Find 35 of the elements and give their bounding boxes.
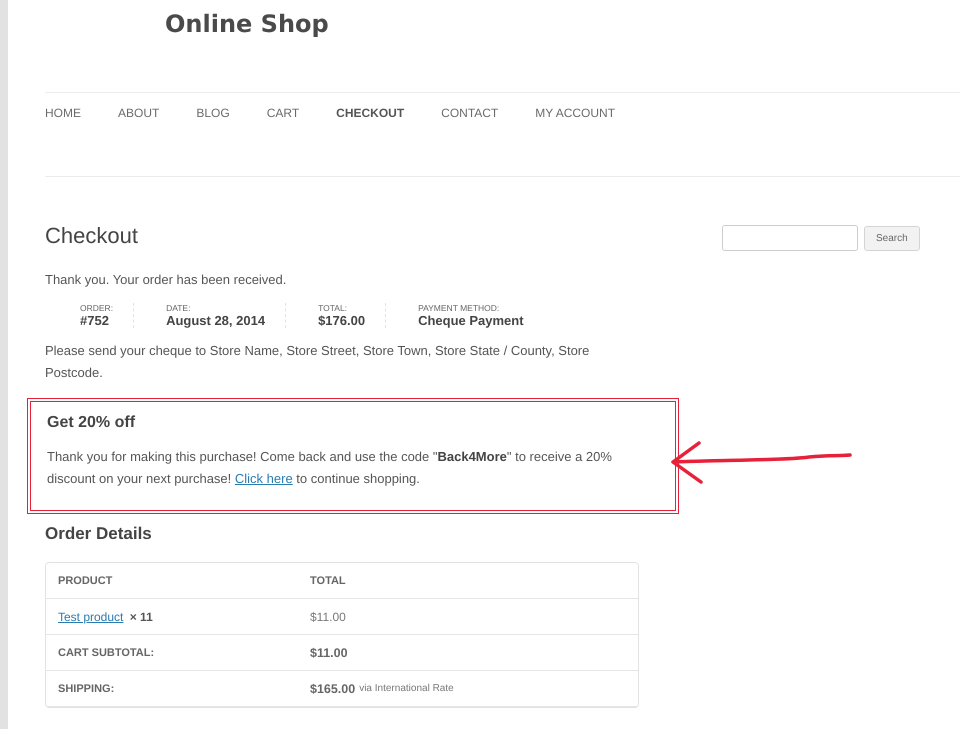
payment-instructions: Please send your cheque to Store Name, Store Street, Store Town, Store State / County, Store Postcode. (45, 342, 590, 382)
page-title: Checkout (45, 223, 139, 249)
search-field[interactable] (722, 225, 858, 251)
nav-link[interactable]: CHECKOUT (336, 106, 404, 122)
overview-label: ORDER: (80, 303, 114, 313)
search-button[interactable]: Search (864, 226, 920, 250)
shipping-note: via International Rate (359, 683, 454, 694)
nav-link[interactable]: ABOUT (118, 106, 160, 122)
thank-you-message: Thank you. Your order has been received. (45, 271, 288, 289)
nav-link[interactable]: HOME (45, 106, 81, 122)
table-cell-text: CART SUBTOTAL: (57, 646, 156, 660)
promo-text: Thank you for making this purchase! Come back and use the code "Back4More" to receive a 20% discount on your next purchase! Click here to continue shopping. (47, 448, 613, 488)
product-quantity: × 11 (128, 610, 153, 624)
overview-value: #752 (80, 313, 110, 328)
order-details-title: Order Details (45, 524, 153, 544)
overview-label: PAYMENT METHOD: (418, 303, 500, 313)
overview-value: Cheque Payment (418, 313, 524, 328)
nav-link[interactable]: CART (266, 106, 300, 122)
promo-title: Get 20% off (47, 414, 136, 432)
overview-label: TOTAL: (318, 303, 348, 313)
table-cell-text: SHIPPING: (57, 682, 116, 696)
column-header: TOTAL (309, 574, 347, 588)
summary-value: $11.00 (310, 646, 348, 660)
continue-shopping-link[interactable]: Click here (234, 471, 293, 486)
product-link[interactable]: Test product (58, 610, 124, 624)
overview-value: $176.00 (318, 313, 366, 328)
nav-link[interactable]: BLOG (196, 106, 230, 122)
site-title[interactable]: Online Shop (45, 0, 960, 38)
column-header: PRODUCT (57, 574, 114, 588)
overview-value: August 28, 2014 (166, 313, 266, 328)
table-cell-text: $11.00 (309, 608, 347, 626)
nav-link[interactable]: CONTACT (441, 106, 498, 122)
overview-label: DATE: (166, 303, 192, 313)
summary-value: $165.00 (310, 682, 356, 696)
nav-link[interactable]: MY ACCOUNT (535, 106, 616, 122)
